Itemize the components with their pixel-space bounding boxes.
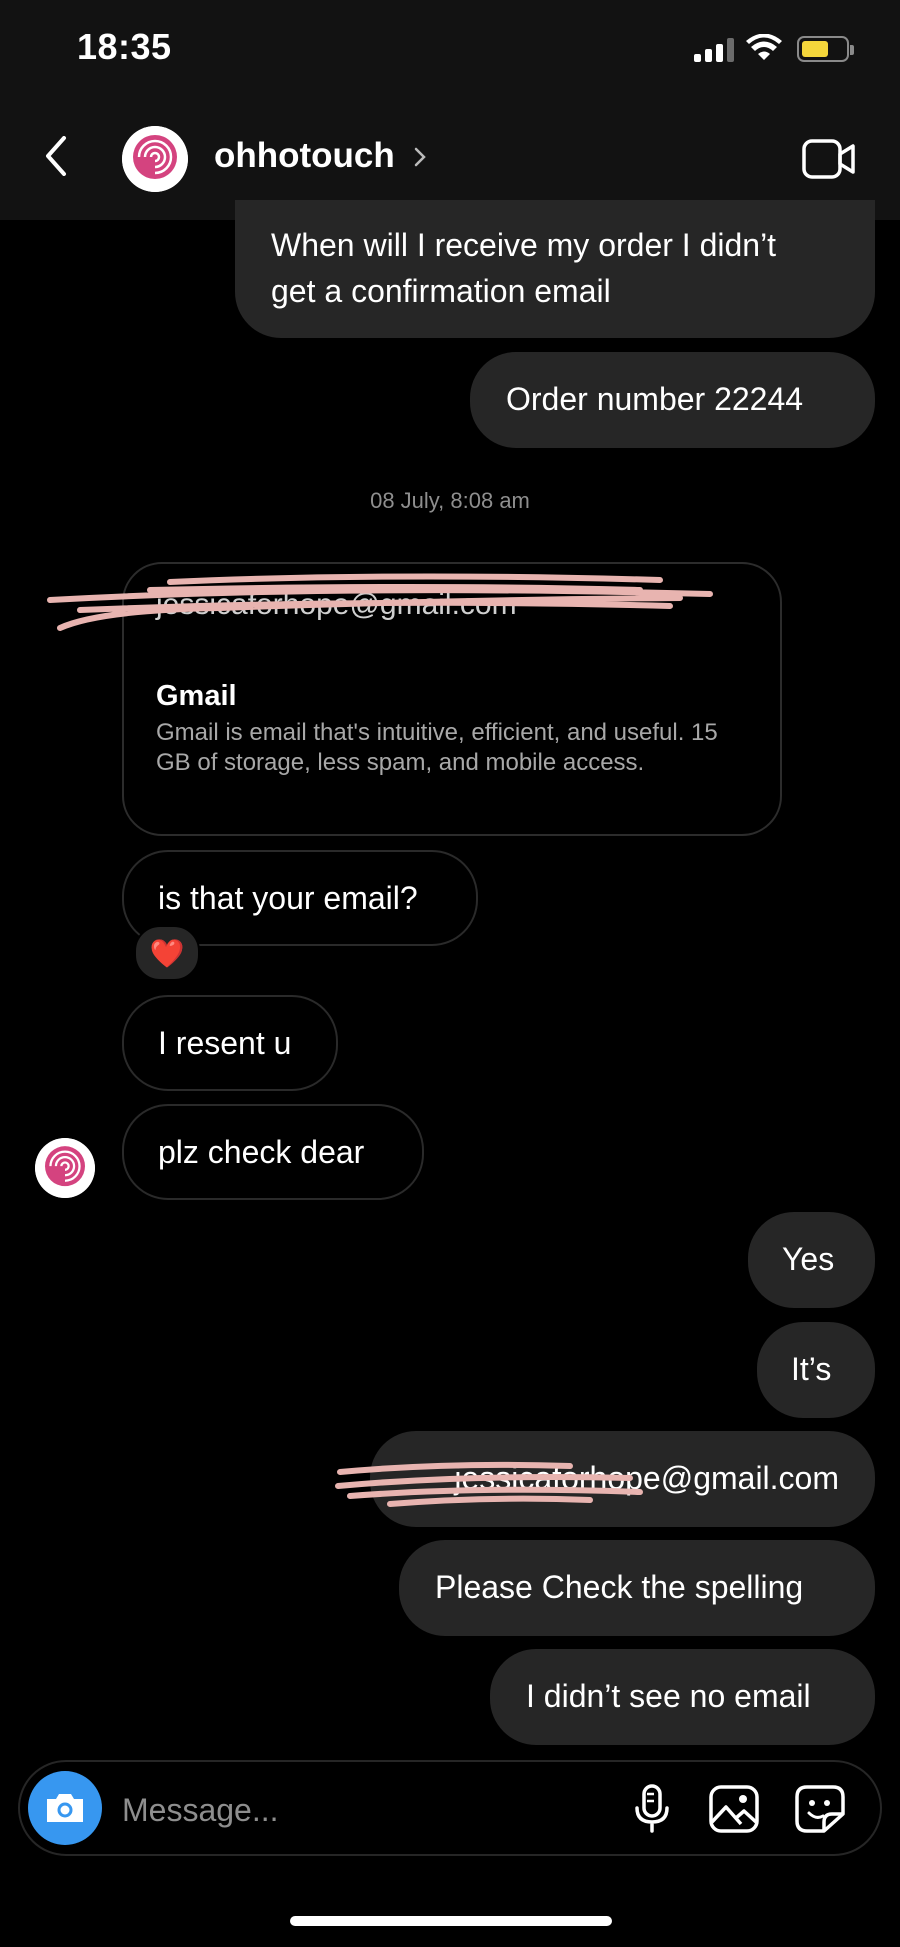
message-text: It’s — [791, 1351, 832, 1387]
profile-username[interactable]: ohhotouch — [214, 136, 395, 176]
message-text: is that your email? — [158, 880, 418, 916]
message-text: Yes — [782, 1241, 835, 1277]
message-bubble-sent[interactable]: It’s — [757, 1322, 875, 1418]
heart-reaction-icon[interactable]: ❤️ — [134, 925, 200, 981]
video-call-icon[interactable] — [802, 138, 856, 185]
back-icon[interactable] — [44, 136, 68, 181]
link-preview-description: Gmail is email that's intuitive, efficie… — [156, 719, 718, 776]
cellular-signal-icon — [694, 38, 734, 62]
link-preview-title: Gmail — [156, 680, 237, 712]
message-bubble-sent[interactable]: Order number 22244 — [470, 352, 875, 448]
message-timestamp: 08 July, 8:08 am — [370, 488, 530, 513]
message-text: I didn’t see no email — [526, 1678, 811, 1714]
message-input[interactable] — [120, 1786, 604, 1834]
wifi-icon — [746, 33, 782, 67]
camera-icon — [47, 1794, 83, 1822]
link-preview-email: jessicaforhope@gmail.com — [156, 588, 517, 621]
home-indicator[interactable] — [290, 1916, 612, 1926]
profile-avatar[interactable] — [122, 126, 188, 192]
message-text: jessicaforhope@gmail.com — [454, 1460, 839, 1496]
sender-avatar[interactable] — [35, 1138, 95, 1198]
gallery-icon[interactable] — [708, 1784, 760, 1839]
sticker-icon[interactable] — [794, 1784, 846, 1839]
message-bubble-received[interactable]: plz check dear — [122, 1104, 424, 1200]
message-bubble-sent[interactable]: I didn’t see no email — [490, 1649, 875, 1745]
camera-button[interactable] — [28, 1771, 102, 1845]
message-bubble-sent[interactable]: Yes — [748, 1212, 875, 1308]
battery-icon — [797, 36, 854, 62]
chevron-right-icon[interactable] — [413, 146, 427, 173]
message-bubble-sent[interactable]: Please Check the spelling — [399, 1540, 875, 1636]
message-text: I resent u — [158, 1025, 292, 1061]
message-text: plz check dear — [158, 1134, 365, 1170]
message-bubble-received[interactable]: I resent u — [122, 995, 338, 1091]
message-text: Order number 22244 — [506, 381, 804, 417]
message-text: Please Check the spelling — [435, 1569, 804, 1605]
message-bubble-sent[interactable]: When will I receive my order I didn’t ge… — [235, 200, 875, 338]
message-bubble-sent[interactable]: jessicaforhope@gmail.com — [370, 1431, 875, 1527]
microphone-icon[interactable] — [632, 1784, 672, 1839]
message-text: get a confirmation email — [271, 273, 611, 309]
message-text: When will I receive my order I didn’t — [271, 227, 777, 263]
status-time: 18:35 — [77, 26, 172, 67]
